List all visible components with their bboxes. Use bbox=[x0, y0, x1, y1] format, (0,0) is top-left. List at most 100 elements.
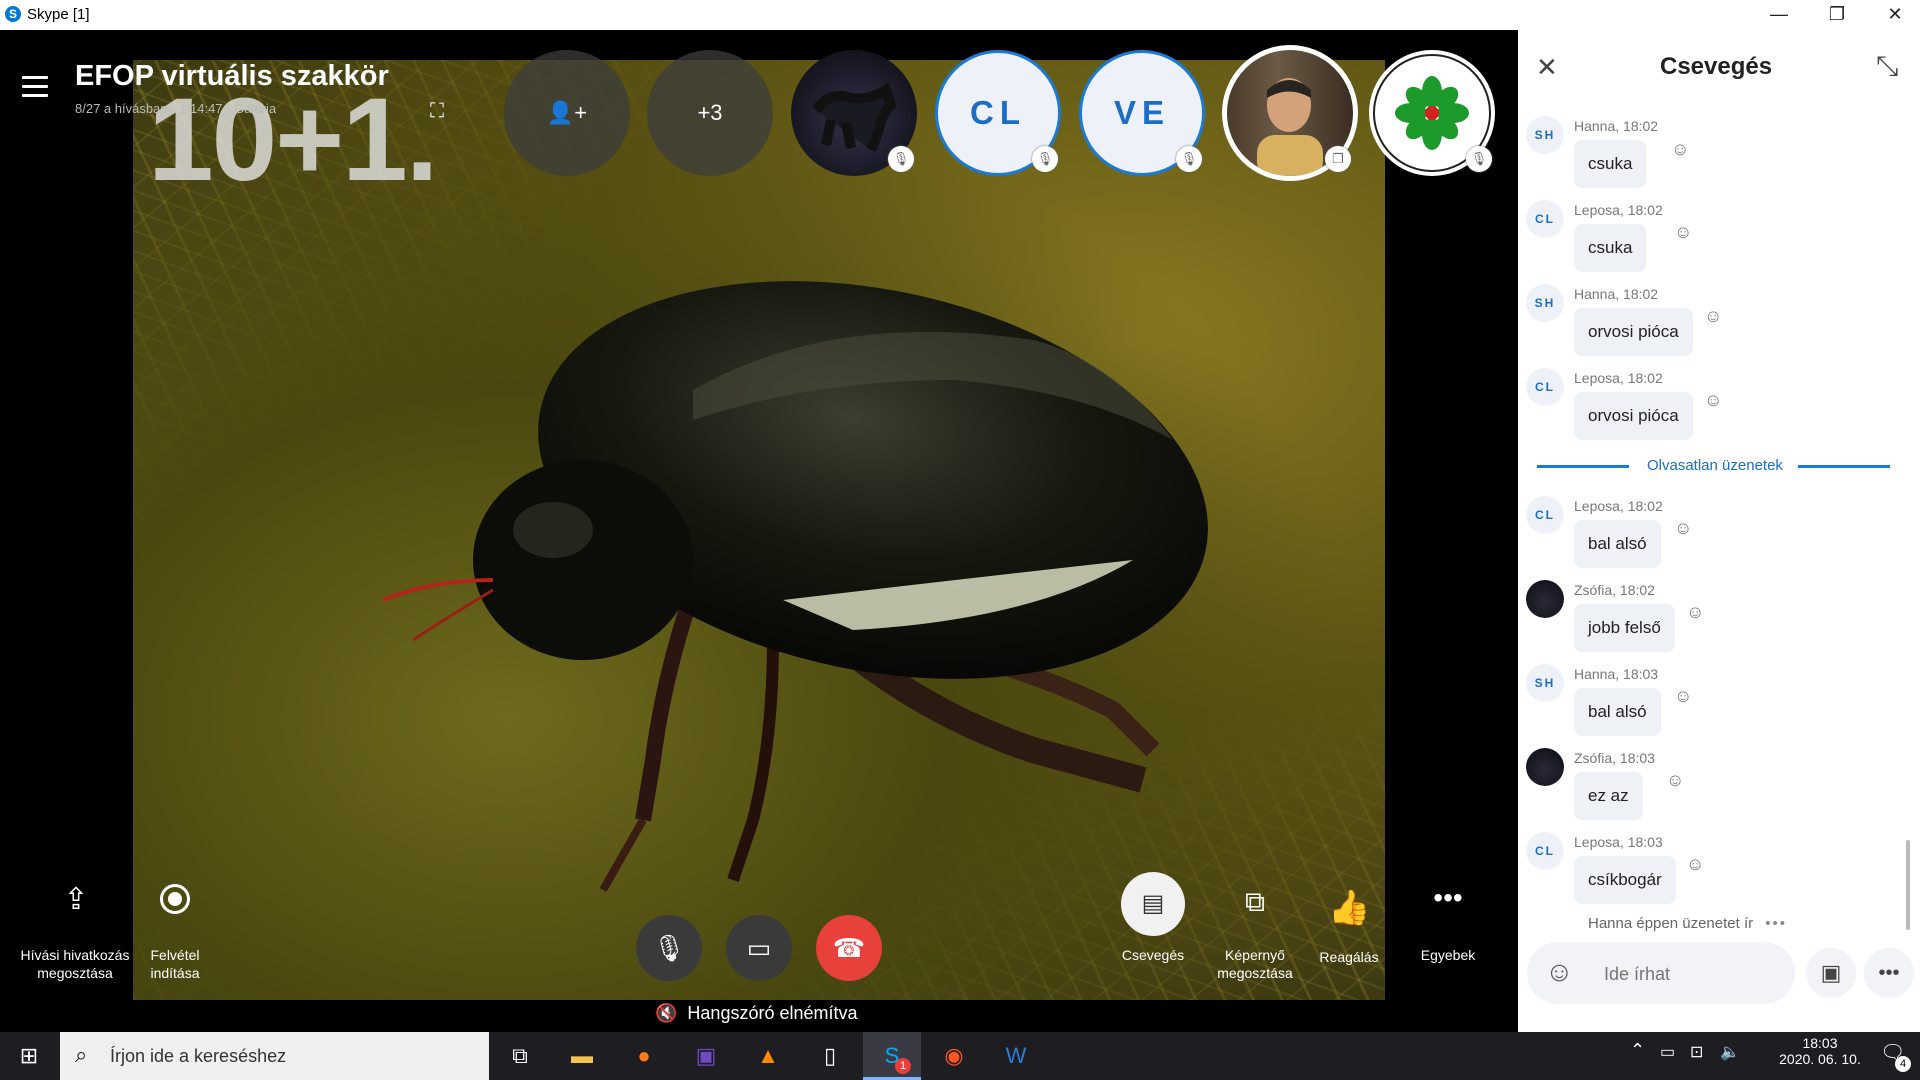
participant-count: 8/27 a hívásban bbox=[75, 101, 168, 116]
typing-indicator: Hanna éppen üzenetet ír ••• bbox=[1588, 915, 1787, 932]
add-reaction-icon[interactable]: ☺ bbox=[1686, 854, 1704, 875]
message-sender: Zsófia, 18:02 bbox=[1574, 582, 1655, 598]
windows-start-icon[interactable]: ⊞ bbox=[0, 1032, 58, 1080]
screen-share-icon[interactable]: ⧉ bbox=[1237, 886, 1273, 922]
skype-logo-icon: S bbox=[5, 6, 21, 22]
message-avatar-horse bbox=[1526, 748, 1564, 786]
unread-messages-label: Olvasatlan üzenetek bbox=[1647, 457, 1783, 474]
message-sender: Zsófia, 18:03 bbox=[1574, 750, 1655, 766]
close-window-button[interactable]: ✕ bbox=[1866, 0, 1920, 30]
minimize-button[interactable]: — bbox=[1750, 0, 1808, 30]
message-sender: Hanna, 18:02 bbox=[1574, 118, 1659, 134]
chat-label[interactable]: Csevegés bbox=[1113, 946, 1193, 964]
more-chat-options-button[interactable]: ••• bbox=[1864, 948, 1914, 998]
message-bubble[interactable]: bal alsó bbox=[1574, 688, 1661, 736]
volume-muted-icon[interactable]: 🔈 bbox=[1720, 1042, 1740, 1062]
document-icon[interactable]: ▯ bbox=[801, 1032, 859, 1080]
add-reaction-icon[interactable]: ☺ bbox=[1674, 518, 1692, 539]
clock-date: 2020. 06. 10. bbox=[1779, 1051, 1861, 1067]
message-bubble[interactable]: csuka bbox=[1574, 224, 1647, 272]
chat-scrollbar[interactable] bbox=[1906, 840, 1910, 930]
message-avatar: CL bbox=[1526, 368, 1564, 406]
add-reaction-icon[interactable]: ☺ bbox=[1666, 770, 1684, 791]
message-sender: Leposa, 18:02 bbox=[1574, 498, 1663, 514]
close-chat-icon[interactable]: ✕ bbox=[1536, 52, 1558, 83]
record-icon[interactable] bbox=[160, 884, 190, 914]
message-avatar: SH bbox=[1526, 284, 1564, 322]
message-bubble[interactable]: bal alsó bbox=[1574, 520, 1661, 568]
more-options-icon[interactable]: ••• bbox=[1428, 882, 1468, 918]
clock-time: 18:03 bbox=[1802, 1035, 1838, 1051]
message-input-container[interactable]: ☺ bbox=[1527, 942, 1795, 1004]
hamburger-menu-button[interactable] bbox=[22, 76, 48, 98]
window-title-bar: S Skype [1] — ❐ ✕ bbox=[0, 0, 1920, 30]
add-reaction-icon[interactable]: ☺ bbox=[1704, 306, 1722, 327]
add-person-icon: 👤+ bbox=[546, 100, 588, 125]
mute-microphone-button[interactable]: 🎙 bbox=[636, 915, 702, 981]
chat-toggle-button[interactable]: ▤ bbox=[1121, 872, 1185, 936]
message-bubble[interactable]: csuka bbox=[1574, 140, 1647, 188]
skype-notification-badge: 1 bbox=[895, 1058, 911, 1074]
more-label[interactable]: Egyebek bbox=[1410, 946, 1486, 964]
message-input[interactable] bbox=[1602, 957, 1786, 991]
muted-mic-icon: 🎙 bbox=[888, 146, 914, 172]
emoji-picker-icon[interactable]: ☺ bbox=[1545, 956, 1574, 988]
add-reaction-icon[interactable]: ☺ bbox=[1674, 222, 1692, 243]
muted-mic-icon: 🎙 bbox=[1466, 146, 1492, 172]
vlc-icon[interactable]: ▲ bbox=[739, 1032, 797, 1080]
add-participant-button[interactable]: 👤+ bbox=[504, 50, 630, 176]
message-bubble[interactable]: jobb felső bbox=[1574, 604, 1675, 652]
typing-text: Hanna éppen üzenetet ír bbox=[1588, 915, 1754, 932]
message-avatar: CL bbox=[1526, 200, 1564, 238]
message-avatar-horse bbox=[1526, 580, 1564, 618]
end-call-button[interactable]: ☎ bbox=[816, 915, 882, 981]
attach-media-button[interactable]: ▣ bbox=[1806, 948, 1856, 998]
message-sender: Leposa, 18:02 bbox=[1574, 370, 1663, 386]
pop-out-icon: ❐ bbox=[1325, 146, 1351, 172]
gallery-view-label[interactable]: Galéria bbox=[234, 101, 276, 116]
share-icon[interactable]: ⇪ bbox=[58, 882, 94, 918]
muted-mic-icon: 🎙 bbox=[1032, 146, 1058, 172]
speaker-muted-icon: 🔇 bbox=[655, 1003, 678, 1023]
restore-button[interactable]: ❐ bbox=[1808, 0, 1866, 30]
skype-taskbar-icon[interactable]: S 1 bbox=[863, 1032, 921, 1080]
screen-share-label[interactable]: Képernyő megosztása bbox=[1207, 946, 1303, 982]
save-app-icon[interactable]: ▣ bbox=[677, 1032, 735, 1080]
add-reaction-icon[interactable]: ☺ bbox=[1686, 602, 1704, 623]
view-layout-icon[interactable]: ⛶ bbox=[430, 100, 456, 122]
speaker-status-text: Hangszóró elnémítva bbox=[687, 1003, 858, 1023]
share-call-link-label[interactable]: Hívási hivatkozás megosztása bbox=[20, 946, 130, 982]
message-bubble[interactable]: orvosi pióca bbox=[1574, 308, 1693, 356]
add-reaction-icon[interactable]: ☺ bbox=[1671, 139, 1689, 160]
toggle-video-button[interactable]: ▭ bbox=[726, 915, 792, 981]
search-icon: ⌕ bbox=[75, 1042, 88, 1067]
more-participants-button[interactable]: +3 bbox=[647, 50, 773, 176]
message-bubble[interactable]: csíkbogár bbox=[1574, 856, 1676, 904]
react-label[interactable]: Reagálás bbox=[1313, 948, 1385, 966]
browser-icon[interactable]: ◉ bbox=[925, 1032, 983, 1080]
firefox-icon[interactable]: ● bbox=[615, 1032, 673, 1080]
network-icon[interactable]: ⊡ bbox=[1690, 1042, 1703, 1062]
taskbar-search-box[interactable]: ⌕ Írjon ide a kereséshez bbox=[60, 1032, 489, 1080]
word-icon[interactable]: W bbox=[987, 1032, 1045, 1080]
task-view-icon[interactable]: ⧉ bbox=[491, 1032, 549, 1080]
battery-icon[interactable]: ▭ bbox=[1660, 1042, 1675, 1062]
file-explorer-icon[interactable]: ▬ bbox=[553, 1032, 611, 1080]
window-title: Skype [1] bbox=[27, 6, 90, 23]
hang-up-icon: ☎ bbox=[832, 933, 866, 963]
expand-chat-icon[interactable]: ⤡ bbox=[1876, 50, 1898, 83]
message-bubble[interactable]: ez az bbox=[1574, 772, 1643, 820]
chat-bubble-icon: ▤ bbox=[1141, 890, 1165, 917]
start-recording-label[interactable]: Felvétel indítása bbox=[135, 946, 215, 982]
add-reaction-icon[interactable]: ☺ bbox=[1704, 390, 1722, 411]
ellipsis-icon: ••• bbox=[1878, 962, 1900, 984]
add-reaction-icon[interactable]: ☺ bbox=[1674, 686, 1692, 707]
call-meta: 8/27 a hívásban 1:14:47 Galéria bbox=[75, 101, 284, 116]
clock[interactable]: 18:03 2020. 06. 10. bbox=[1775, 1035, 1865, 1067]
show-hidden-icons[interactable]: ⌃ bbox=[1630, 1040, 1645, 1061]
message-bubble[interactable]: orvosi pióca bbox=[1574, 392, 1693, 440]
message-avatar: CL bbox=[1526, 496, 1564, 534]
thumbs-up-icon[interactable]: 👍 bbox=[1328, 888, 1370, 928]
call-duration: 1:14:47 bbox=[179, 101, 223, 116]
typing-dots-icon: ••• bbox=[1765, 915, 1788, 932]
